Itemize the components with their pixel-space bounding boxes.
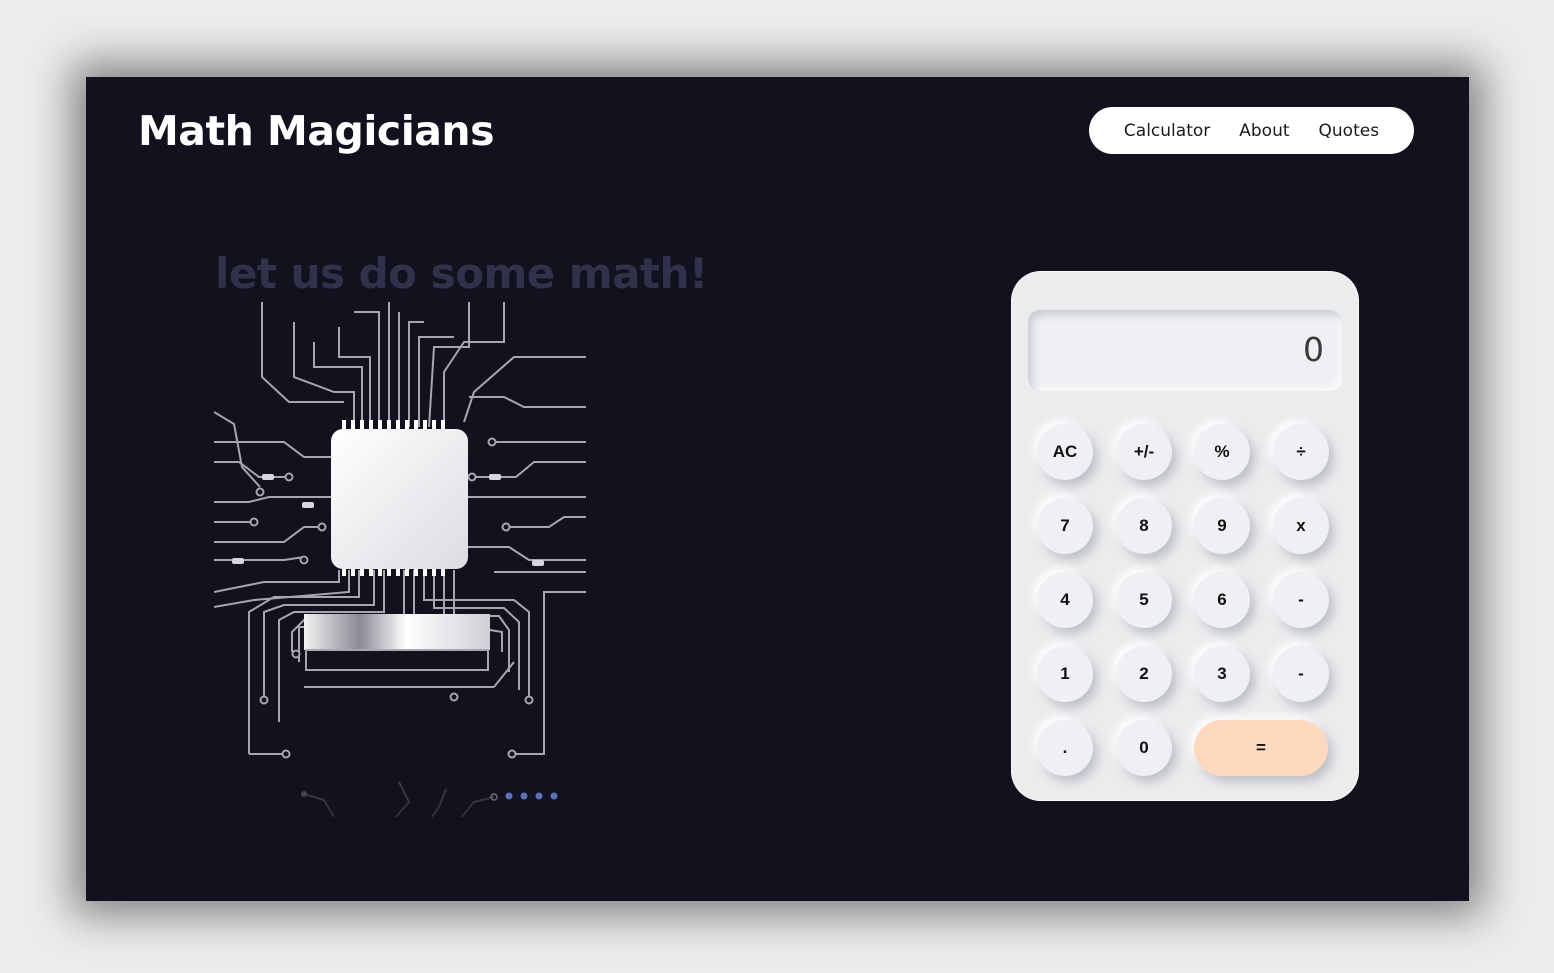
key-percent[interactable]: %	[1194, 424, 1250, 480]
key-4[interactable]: 4	[1037, 572, 1093, 628]
key-2[interactable]: 2	[1116, 646, 1172, 702]
key-0[interactable]: 0	[1116, 720, 1172, 776]
app-window: Math Magicians Calculator About Quotes l…	[86, 77, 1469, 901]
key-1[interactable]: 1	[1037, 646, 1093, 702]
key-multiply[interactable]: x	[1273, 498, 1329, 554]
calculator-keypad: AC +/- % ÷ 7 8 9 x 4 5 6 - 1 2 3 - . 0 =	[1011, 271, 1359, 801]
key-6[interactable]: 6	[1194, 572, 1250, 628]
key-divide[interactable]: ÷	[1273, 424, 1329, 480]
main-nav: Calculator About Quotes	[1089, 107, 1414, 154]
key-5[interactable]: 5	[1116, 572, 1172, 628]
calculator: 0 AC +/- % ÷ 7 8 9 x 4 5 6 - 1 2 3 - . 0…	[1011, 271, 1359, 801]
key-9[interactable]: 9	[1194, 498, 1250, 554]
key-3[interactable]: 3	[1194, 646, 1250, 702]
hero-tagline: let us do some math!	[215, 249, 708, 298]
nav-link-quotes[interactable]: Quotes	[1319, 121, 1380, 141]
key-equals[interactable]: =	[1194, 720, 1328, 776]
key-8[interactable]: 8	[1116, 498, 1172, 554]
nav-link-calculator[interactable]: Calculator	[1124, 121, 1210, 141]
nav-link-about[interactable]: About	[1239, 121, 1289, 141]
key-subtract[interactable]: -	[1273, 572, 1329, 628]
key-decimal[interactable]: .	[1037, 720, 1093, 776]
key-7[interactable]: 7	[1037, 498, 1093, 554]
key-plus-minus[interactable]: +/-	[1116, 424, 1172, 480]
key-add[interactable]: -	[1273, 646, 1329, 702]
circuit-chip-illustration	[214, 302, 586, 827]
key-clear[interactable]: AC	[1037, 424, 1093, 480]
app-title: Math Magicians	[138, 107, 495, 155]
